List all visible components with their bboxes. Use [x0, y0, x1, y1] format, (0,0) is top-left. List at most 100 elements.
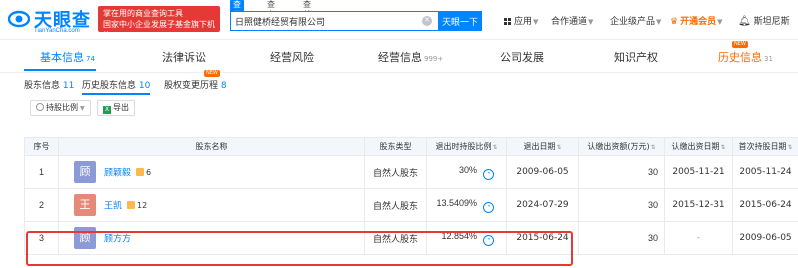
logo-domain: TianYanCha.com: [34, 28, 80, 34]
nav-vip-label: 开通会员: [680, 17, 717, 27]
tab-basic-info[interactable]: 基本信息 74: [40, 49, 95, 65]
tab-development[interactable]: 公司发展: [500, 49, 544, 65]
table-header-row: 序号 股东名称 股东类型 退出时持股比例⇅ 退出日期⇅ 认缴出资额(万元)⇅ 认…: [24, 137, 798, 156]
clear-icon[interactable]: ✕: [422, 16, 432, 26]
ratio-cell: 12.854% ◔: [426, 221, 507, 255]
active-tab-indicator: [24, 69, 96, 71]
promo-line2: 国家中小企业发展子基金旗下机构: [103, 20, 215, 40]
new-tag: NEW: [732, 41, 748, 48]
avatar: 顾: [74, 161, 96, 183]
sub-date-cell: -: [664, 221, 733, 255]
nav-apps[interactable]: 应用▼: [504, 14, 538, 27]
shareholder-name-link[interactable]: 王凯: [104, 202, 122, 212]
tab-operation[interactable]: 经营信息 999+: [378, 49, 443, 65]
chevron-down-icon: ▼: [80, 105, 85, 112]
excel-icon: X: [103, 106, 111, 114]
table-row: 3 顾顾方方 自然人股东 12.854% ◔ 2015-06-24 30 - 20…: [24, 221, 798, 255]
tab-label: 知识产权: [614, 51, 658, 64]
shareholder-name-link[interactable]: 顾颖毅: [104, 169, 131, 179]
search-box: ✕: [230, 11, 438, 31]
shareholder-cell: 顾顾颖毅 6: [58, 155, 365, 189]
ratio-cell: 13.5409% ◔: [426, 188, 507, 222]
tab-label: 经营信息: [378, 51, 422, 64]
nav-enterprise[interactable]: 企业级产品▼: [610, 14, 661, 27]
tianyancha-logo[interactable]: 天眼查 TianYanCha.com: [8, 6, 98, 36]
shareholder-cell: 顾顾方方: [58, 221, 365, 255]
subtab-equity-change[interactable]: NEW 股权变更历程 8: [164, 70, 227, 91]
type-cell: 自然人股东: [364, 155, 427, 189]
search-input[interactable]: [231, 12, 416, 30]
amount-cell: 30: [578, 221, 665, 255]
crown-icon: ♛: [670, 17, 679, 27]
tab-history[interactable]: NEW 历史信息 31: [718, 41, 773, 65]
tab-label: 法律诉讼: [162, 51, 206, 64]
row-index: 2: [24, 188, 59, 222]
ratio-filter-button[interactable]: 持股比例 ▼: [30, 100, 91, 116]
nav-enterprise-label: 企业级产品: [610, 17, 656, 27]
tab-label: 经营风险: [270, 51, 314, 64]
nav-channel[interactable]: 合作通道▼: [551, 14, 593, 27]
tab-legal[interactable]: 法律诉讼: [162, 49, 206, 65]
promo-banner[interactable]: 掌在用的商业查询工具 国家中小企业发展子基金旗下机构: [98, 6, 220, 40]
top-header: 天眼查 TianYanCha.com 掌在用的商业查询工具 国家中小企业发展子基…: [0, 0, 798, 40]
tab-ip[interactable]: 知识产权: [614, 49, 658, 65]
row-index: 3: [24, 221, 59, 255]
tab-count: 31: [764, 55, 773, 63]
subtab-shareholders[interactable]: 股东信息 11: [24, 78, 74, 91]
main-tabs: 基本信息 74 法律诉讼 经营风险 经营信息 999+ 公司发展 知识产权 NEW …: [0, 41, 798, 73]
tab-count: 999+: [424, 55, 444, 63]
chevron-down-icon: ▼: [588, 18, 594, 26]
col-exit-date[interactable]: 退出日期⇅: [506, 137, 579, 156]
nav-user[interactable]: 🔔︎ 斯坦尼斯: [738, 14, 790, 27]
col-first-date[interactable]: 首次持股日期⇅: [732, 137, 798, 156]
col-sub-date[interactable]: 认缴出资日期⇅: [664, 137, 733, 156]
exit-date-cell: 2024-07-29: [506, 188, 579, 222]
filter-icon: [36, 103, 44, 111]
tab-risk[interactable]: 经营风险: [270, 49, 314, 65]
first-date-cell: 2015-06-24: [732, 188, 798, 222]
tab-count: 74: [86, 55, 95, 63]
first-date-cell: 2009-06-05: [732, 221, 798, 255]
avatar: 王: [74, 194, 96, 216]
col-amount[interactable]: 认缴出资额(万元)⇅: [578, 137, 665, 156]
first-date-cell: 2005-11-24: [732, 155, 798, 189]
col-name: 股东名称: [58, 137, 365, 156]
tab-label: 历史信息: [718, 51, 762, 64]
sort-icon: ⇅: [787, 144, 793, 151]
table-row: 1 顾顾颖毅 6 自然人股东 30% ◔ 2009-06-05 30 2005-11…: [24, 155, 798, 189]
related-company-badge[interactable]: 12: [127, 200, 147, 210]
nav-apps-label: 应用: [514, 17, 533, 27]
exit-date-cell: 2009-06-05: [506, 155, 579, 189]
subtab-history-shareholders[interactable]: 历史股东信息 10: [82, 78, 151, 95]
logo-eye-icon: [8, 10, 30, 28]
export-button[interactable]: X 导出: [97, 100, 135, 116]
type-cell: 自然人股东: [364, 188, 427, 222]
shareholder-name-link[interactable]: 顾方方: [104, 235, 131, 245]
bell-icon[interactable]: 🔔︎: [738, 16, 751, 27]
chevron-down-icon: ▼: [656, 18, 662, 26]
nav-channel-label: 合作通道: [551, 17, 588, 27]
nav-user-label: 斯坦尼斯: [753, 17, 790, 27]
search-button[interactable]: 天眼一下: [438, 11, 482, 31]
table-row: 2 王王凯 12 自然人股东 13.5409% ◔ 2024-07-29 30 20…: [24, 188, 798, 222]
history-shareholder-table: 序号 股东名称 股东类型 退出时持股比例⇅ 退出日期⇅ 认缴出资额(万元)⇅ 认…: [24, 137, 798, 255]
col-index: 序号: [24, 137, 59, 156]
equity-chart-icon[interactable]: ◔: [483, 234, 494, 246]
sub-date-cell: 2005-11-21: [664, 155, 733, 189]
type-cell: 自然人股东: [364, 221, 427, 255]
equity-chart-icon[interactable]: ◔: [483, 201, 494, 213]
promo-line1: 掌在用的商业查询工具: [103, 9, 183, 18]
chevron-down-icon: ▼: [717, 18, 723, 26]
col-ratio[interactable]: 退出时持股比例⇅: [426, 137, 507, 156]
related-company-badge[interactable]: 6: [136, 167, 151, 177]
apps-grid-icon: [504, 18, 511, 25]
tab-label: 公司发展: [500, 51, 544, 64]
sort-icon: ⇅: [492, 144, 498, 151]
equity-chart-icon[interactable]: ◔: [483, 168, 494, 180]
avatar: 顾: [74, 227, 96, 249]
sort-icon: ⇅: [556, 144, 562, 151]
chevron-down-icon: ▼: [533, 18, 539, 26]
building-icon: [136, 167, 145, 176]
nav-vip[interactable]: ♛ 开通会员▼: [670, 14, 722, 27]
amount-cell: 30: [578, 188, 665, 222]
